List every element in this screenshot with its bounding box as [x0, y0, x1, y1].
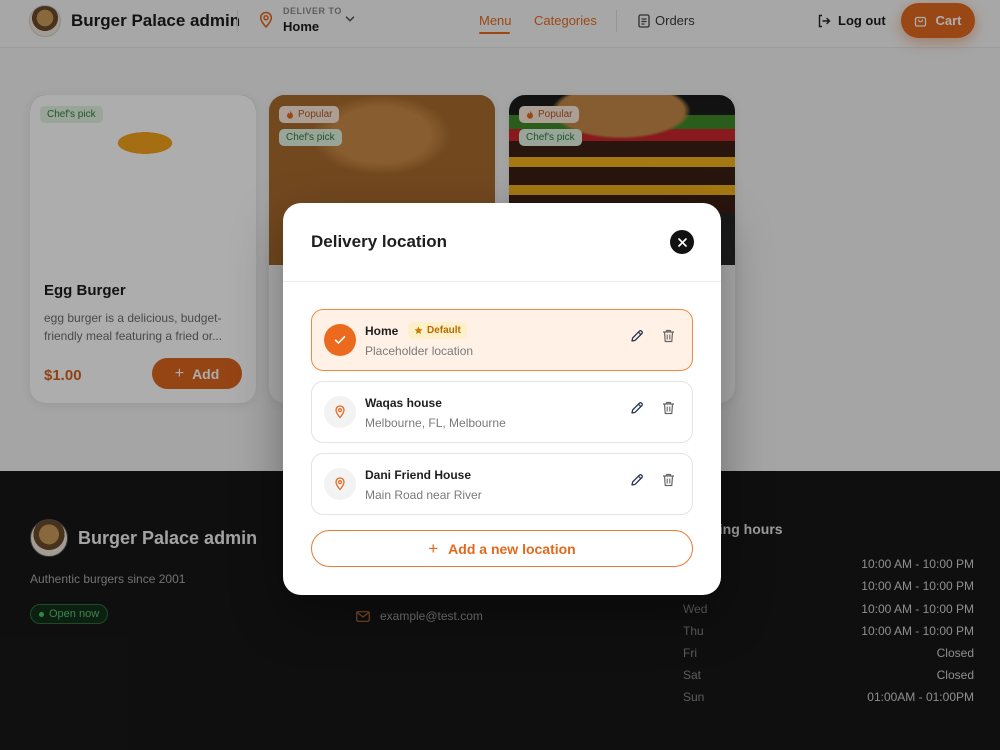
- edit-icon[interactable]: [630, 329, 644, 343]
- location-address: Main Road near River: [365, 488, 482, 502]
- location-address: Placeholder location: [365, 344, 474, 358]
- location-pin-icon: [324, 396, 356, 428]
- location-name: Home: [365, 324, 399, 338]
- location-option-home[interactable]: Home Default Placeholder location: [311, 309, 693, 371]
- edit-icon[interactable]: [630, 401, 644, 415]
- plus-icon: +: [428, 538, 439, 558]
- location-address: Melbourne, FL, Melbourne: [365, 416, 506, 430]
- add-location-label: Add a new location: [448, 540, 576, 557]
- trash-icon[interactable]: [662, 401, 675, 415]
- default-badge: Default: [408, 322, 467, 339]
- location-name: Dani Friend House: [365, 468, 472, 482]
- delivery-location-modal: Delivery location Home Default Placehold…: [283, 203, 721, 595]
- modal-title: Delivery location: [311, 232, 448, 251]
- edit-icon[interactable]: [630, 473, 644, 487]
- default-label: Default: [427, 325, 461, 336]
- star-icon: [414, 326, 423, 335]
- location-pin-icon: [324, 468, 356, 500]
- close-button[interactable]: [670, 230, 694, 254]
- modal-divider: [283, 281, 721, 282]
- add-new-location-button[interactable]: + Add a new location: [311, 530, 693, 567]
- location-name: Waqas house: [365, 396, 442, 410]
- trash-icon[interactable]: [662, 473, 675, 487]
- selected-check-icon: [324, 324, 356, 356]
- location-option-waqas-house[interactable]: Waqas house Melbourne, FL, Melbourne: [311, 381, 693, 443]
- close-icon: [677, 237, 687, 247]
- trash-icon[interactable]: [662, 329, 675, 343]
- location-option-dani-friend-house[interactable]: Dani Friend House Main Road near River: [311, 453, 693, 515]
